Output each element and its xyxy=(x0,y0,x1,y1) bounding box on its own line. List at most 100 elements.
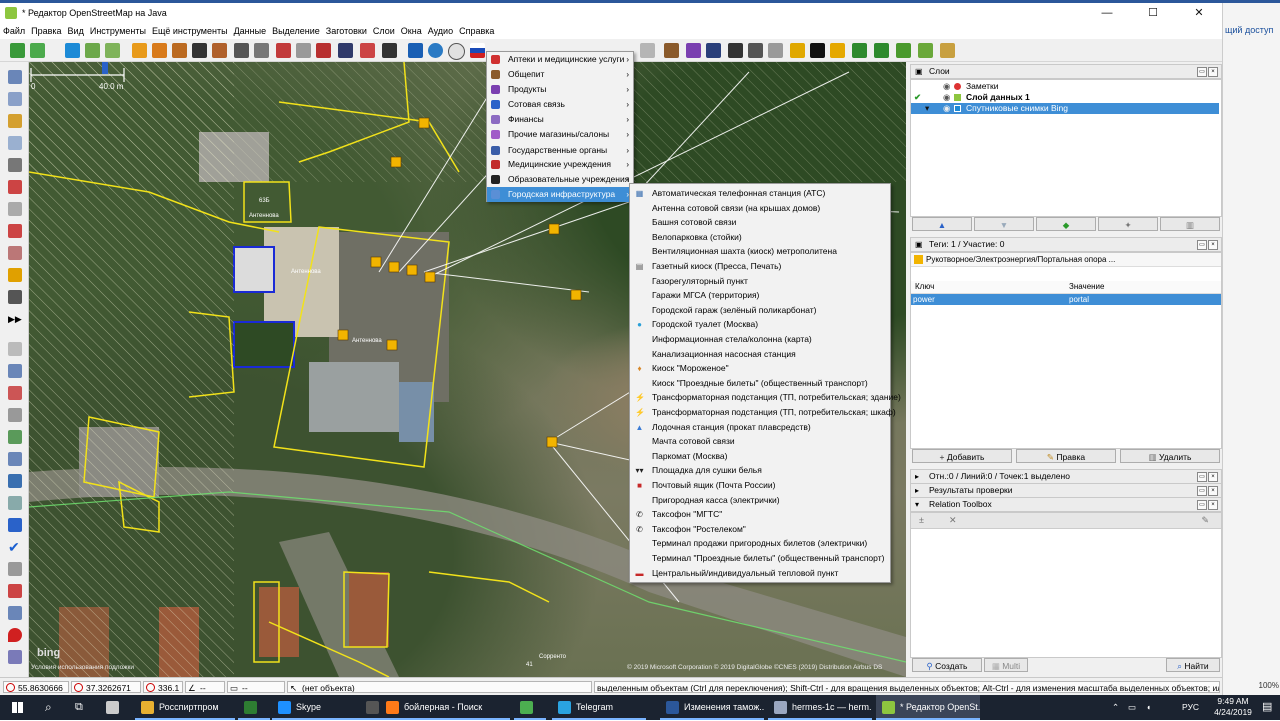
imagery-icon[interactable] xyxy=(105,43,120,58)
layer-row-selected[interactable]: ▾ ◉ Спутниковые снимки Bing xyxy=(911,103,1219,114)
taskbar-app[interactable] xyxy=(360,695,382,720)
preset-name[interactable]: Рукотворное/Электроэнергия/Портальная оп… xyxy=(926,253,1115,266)
pencil-icon[interactable] xyxy=(8,268,22,282)
preset-item[interactable]: ▾▾ Площадка для сушки белья xyxy=(630,463,890,478)
tray-expand-icon[interactable]: ⌃ xyxy=(1112,695,1119,720)
shirt-icon[interactable] xyxy=(706,43,721,58)
preset-item[interactable]: ⚡ Трансформаторная подстанция (ТП, потреб… xyxy=(630,390,901,405)
preset-item[interactable]: ● Городской туалет (Москва) xyxy=(630,317,890,332)
preset-icon[interactable] xyxy=(172,43,187,58)
tool-icon[interactable] xyxy=(8,224,22,238)
preset-item[interactable]: Терминал продажи пригородных билетов (эл… xyxy=(630,536,890,551)
panel-close-icon[interactable]: × xyxy=(1208,67,1218,77)
panel-close-icon[interactable]: × xyxy=(1208,240,1218,250)
select-tool-icon[interactable] xyxy=(8,70,22,84)
preset-item[interactable]: Канализационная насосная станция xyxy=(630,347,890,362)
network-icon[interactable]: ▭ xyxy=(1128,695,1136,720)
clock[interactable]: 9:49 AM 4/24/2019 xyxy=(1208,696,1258,721)
notifications-icon[interactable]: ▤ xyxy=(1262,695,1272,720)
panel-toggle-icon[interactable] xyxy=(8,474,22,488)
tag-key[interactable]: power xyxy=(913,294,935,305)
tree-icon[interactable] xyxy=(852,43,867,58)
imagery-icon[interactable] xyxy=(85,43,100,58)
menu-view[interactable]: Вид xyxy=(65,24,87,39)
panel-toggle-icon[interactable] xyxy=(8,430,22,444)
create-relation-button[interactable]: ⚲ Создать xyxy=(912,658,982,672)
menu-imagery[interactable]: Слои xyxy=(370,24,398,39)
visibility-eye-icon[interactable]: ◉ xyxy=(943,103,950,114)
visibility-eye-icon[interactable]: ◉ xyxy=(943,81,950,92)
tools-icon[interactable] xyxy=(790,43,805,58)
menu-data[interactable]: Данные xyxy=(231,24,270,39)
preset-item[interactable]: Антенна сотовой связи (на крышах домов) xyxy=(630,201,890,216)
add-tag-button[interactable]: + Добавить xyxy=(912,449,1012,463)
preset-category-item[interactable]: Аптеки и медицинские услуги › xyxy=(487,52,633,67)
checkmark-icon[interactable]: ✔ xyxy=(8,540,22,554)
add-member-icon[interactable]: ± xyxy=(919,515,924,525)
menu-file[interactable]: Файл xyxy=(0,24,28,39)
preset-item[interactable]: Башня сотовой связи xyxy=(630,215,890,230)
panel-detach-icon[interactable]: ▭ xyxy=(1197,486,1207,496)
filter-icon[interactable] xyxy=(8,562,22,576)
panel-close-icon[interactable]: × xyxy=(1208,472,1218,482)
wheat-icon[interactable] xyxy=(940,43,955,58)
preset-item[interactable]: Киоск "Проездные билеты" (общественный т… xyxy=(630,376,890,391)
flag-icon[interactable] xyxy=(470,43,485,58)
paperclip-icon[interactable] xyxy=(768,43,783,58)
panel-close-icon[interactable]: × xyxy=(1208,486,1218,496)
preset-category-item[interactable]: Продукты › xyxy=(487,82,633,97)
preset-icon[interactable] xyxy=(316,43,331,58)
preset-link-row[interactable]: Рукотворное/Электроэнергия/Портальная оп… xyxy=(911,253,1221,267)
close-button[interactable]: ✕ xyxy=(1176,3,1222,24)
preset-icon[interactable] xyxy=(276,43,291,58)
layer-row[interactable]: ◉ Заметки xyxy=(911,81,1221,92)
volume-icon[interactable]: ◖ xyxy=(1146,695,1151,720)
visibility-eye-icon[interactable]: ◉ xyxy=(943,92,950,103)
column-key[interactable]: Ключ xyxy=(915,281,934,293)
preset-icon[interactable] xyxy=(152,43,167,58)
clock-icon[interactable] xyxy=(448,43,465,60)
restaurant-icon[interactable] xyxy=(664,43,679,58)
panel-toggle-icon[interactable] xyxy=(8,364,22,378)
grass-icon[interactable] xyxy=(896,43,911,58)
preset-item[interactable]: ▬ Центральный/индивидуальный тепловой пун… xyxy=(630,566,890,581)
validation-panel-header[interactable]: ▸ Результаты проверки ▭ × xyxy=(910,483,1222,498)
layers-panel-header[interactable]: ▣ Слои ▭ × xyxy=(910,64,1222,79)
fence-icon[interactable] xyxy=(212,43,227,58)
preset-item[interactable]: Пригородная касса (электрички) xyxy=(630,493,890,508)
preset-item[interactable]: ♦ Киоск "Мороженое" xyxy=(630,361,890,376)
collapse-icon[interactable]: ▣ xyxy=(915,238,923,251)
collapse-icon[interactable]: ▾ xyxy=(915,498,919,511)
preset-item[interactable]: Гаражи МГСА (территория) xyxy=(630,288,890,303)
checker-icon[interactable] xyxy=(296,43,311,58)
garage-icon[interactable] xyxy=(234,43,249,58)
preset-item[interactable]: Городской гараж (зелёный поликарбонат) xyxy=(630,303,890,318)
preset-item[interactable]: ✆ Таксофон "МГТС" xyxy=(630,507,890,522)
layer-row[interactable]: ✔ ◉ Слой данных 1 xyxy=(911,92,1221,103)
taskbar-app[interactable]: Изменения тамож... xyxy=(660,695,764,720)
taskbar-app[interactable]: Skype xyxy=(272,695,362,720)
menu-selection[interactable]: Выделение xyxy=(269,24,323,39)
preset-item[interactable]: ▲ Лодочная станция (прокат плавсредств) xyxy=(630,420,890,435)
upload-icon[interactable] xyxy=(30,43,45,58)
delete-tag-button[interactable]: ▥ Удалить xyxy=(1120,449,1220,463)
tractor-icon[interactable] xyxy=(192,43,207,58)
preset-category-item[interactable]: Государственные органы › xyxy=(487,143,633,158)
start-button[interactable] xyxy=(0,695,36,720)
menu-presets[interactable]: Заготовки xyxy=(323,24,370,39)
split-tool-icon[interactable] xyxy=(8,180,22,194)
edit-tag-button[interactable]: ✎ Правка xyxy=(1016,449,1116,463)
preset-item[interactable]: Газорегуляторный пункт xyxy=(630,274,890,289)
preset-category-item[interactable]: Городская инфраструктура › xyxy=(487,187,633,202)
taskbar-app[interactable]: бойлерная - Поиск xyxy=(380,695,510,720)
forest-icon[interactable] xyxy=(874,43,889,58)
menu-windows[interactable]: Окна xyxy=(398,24,425,39)
preset-category-item[interactable]: Общепит › xyxy=(487,67,633,82)
zoom-tool-icon[interactable] xyxy=(8,136,22,150)
menu-more-tools[interactable]: Ещё инструменты xyxy=(149,24,231,39)
building-tool-icon[interactable] xyxy=(8,290,22,304)
panel-toggle-icon[interactable] xyxy=(8,342,22,356)
move-down-button[interactable]: ▼ xyxy=(974,217,1034,231)
dollar-icon[interactable] xyxy=(748,43,763,58)
delete-layer-button[interactable]: ▥ xyxy=(1160,217,1220,231)
